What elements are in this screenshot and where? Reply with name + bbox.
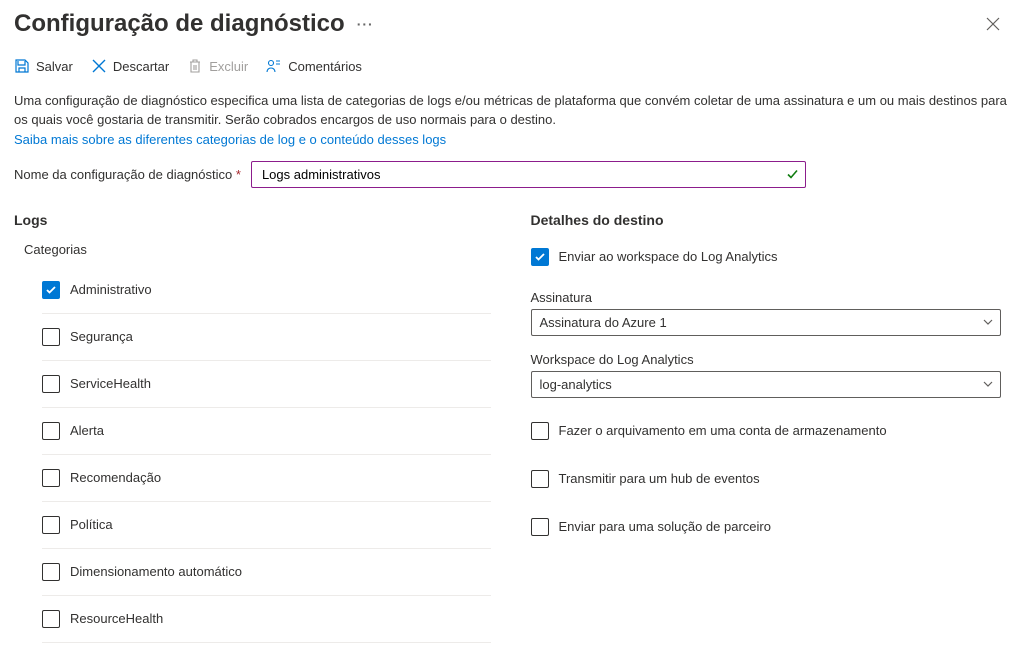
checkbox-eventhub[interactable]: [531, 470, 549, 488]
feedback-icon: [266, 58, 282, 74]
logs-header: Logs: [14, 212, 491, 228]
category-row: ResourceHealth: [42, 596, 491, 643]
storage-label: Fazer o arquivamento em uma conta de arm…: [559, 423, 887, 438]
workspace-select[interactable]: log-analytics: [531, 371, 1001, 398]
category-row: ServiceHealth: [42, 361, 491, 408]
checkbox-storage[interactable]: [531, 422, 549, 440]
checkbox-category-0[interactable]: [42, 281, 60, 299]
checkbox-category-6[interactable]: [42, 563, 60, 581]
category-row: Recomendação: [42, 455, 491, 502]
categories-label: Categorias: [24, 242, 491, 257]
category-label: Alerta: [70, 423, 104, 438]
partner-label: Enviar para uma solução de parceiro: [559, 519, 771, 534]
category-row: Alerta: [42, 408, 491, 455]
checkbox-category-4[interactable]: [42, 469, 60, 487]
name-label: Nome da configuração de diagnóstico *: [14, 167, 241, 182]
category-label: ServiceHealth: [70, 376, 151, 391]
delete-button: Excluir: [187, 58, 248, 74]
toolbar: Salvar Descartar Excluir Comentários: [14, 58, 1007, 74]
feedback-label: Comentários: [288, 59, 362, 74]
destination-header: Detalhes do destino: [531, 212, 1008, 228]
category-label: Dimensionamento automático: [70, 564, 242, 579]
checkbox-category-2[interactable]: [42, 375, 60, 393]
category-row: Segurança: [42, 314, 491, 361]
category-label: Política: [70, 517, 113, 532]
page-title: Configuração de diagnóstico: [14, 10, 345, 38]
discard-label: Descartar: [113, 59, 169, 74]
discard-button[interactable]: Descartar: [91, 58, 169, 74]
close-button[interactable]: [979, 10, 1007, 38]
feedback-button[interactable]: Comentários: [266, 58, 362, 74]
workspace-value: log-analytics: [540, 377, 612, 392]
log-analytics-label: Enviar ao workspace do Log Analytics: [559, 249, 778, 264]
category-row: Administrativo: [42, 267, 491, 314]
category-label: Administrativo: [70, 282, 152, 297]
subscription-label: Assinatura: [531, 290, 1008, 305]
checkbox-category-1[interactable]: [42, 328, 60, 346]
save-button[interactable]: Salvar: [14, 58, 73, 74]
checkbox-category-3[interactable]: [42, 422, 60, 440]
eventhub-label: Transmitir para um hub de eventos: [559, 471, 760, 486]
discard-icon: [91, 58, 107, 74]
diagnostic-name-input[interactable]: [251, 161, 806, 188]
more-icon[interactable]: ···: [357, 16, 374, 32]
delete-label: Excluir: [209, 59, 248, 74]
category-label: Segurança: [70, 329, 133, 344]
save-label: Salvar: [36, 59, 73, 74]
delete-icon: [187, 58, 203, 74]
subscription-select[interactable]: Assinatura do Azure 1: [531, 309, 1001, 336]
checkbox-partner[interactable]: [531, 518, 549, 536]
save-icon: [14, 58, 30, 74]
subscription-value: Assinatura do Azure 1: [540, 315, 667, 330]
category-row: Política: [42, 502, 491, 549]
checkbox-category-7[interactable]: [42, 610, 60, 628]
category-label: ResourceHealth: [70, 611, 163, 626]
category-label: Recomendação: [70, 470, 161, 485]
learn-more-link[interactable]: Saiba mais sobre as diferentes categoria…: [14, 132, 1007, 147]
description-text: Uma configuração de diagnóstico especifi…: [14, 92, 1007, 130]
category-row: Dimensionamento automático: [42, 549, 491, 596]
checkbox-category-5[interactable]: [42, 516, 60, 534]
checkbox-log-analytics[interactable]: [531, 248, 549, 266]
workspace-label: Workspace do Log Analytics: [531, 352, 1008, 367]
